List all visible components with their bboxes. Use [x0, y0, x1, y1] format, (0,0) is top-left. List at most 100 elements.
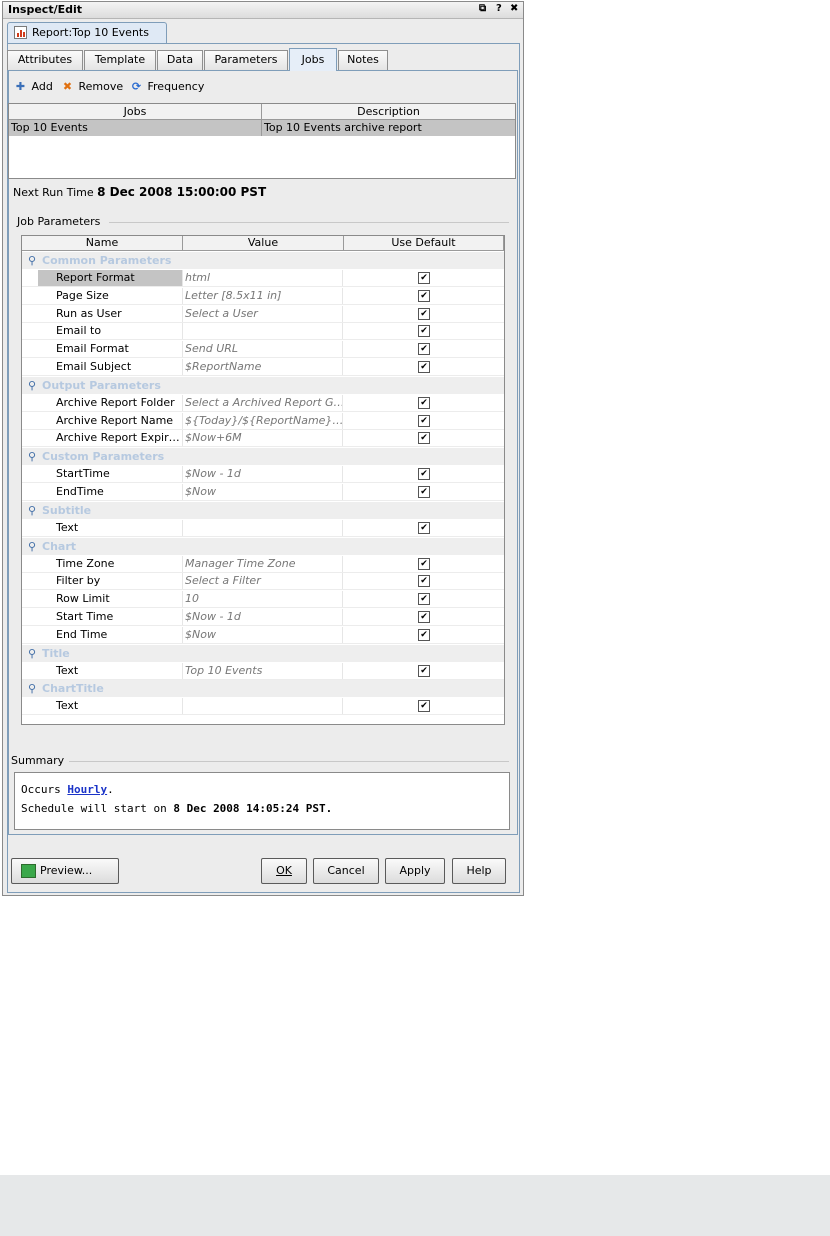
help-label: Help	[466, 864, 492, 877]
use-default-checkbox[interactable]: ✔	[418, 468, 430, 481]
column-header-value[interactable]: Value	[183, 236, 344, 251]
next-run-value: 8 Dec 2008 15:00:00 PST	[97, 185, 267, 199]
tab-parameters[interactable]: Parameters	[204, 50, 288, 70]
parameter-row[interactable]: Report Format html ✔	[22, 270, 504, 287]
parameter-group-header[interactable]: ⚲ Subtitle	[22, 501, 504, 519]
parameter-row[interactable]: Email to ✔	[22, 323, 504, 341]
parameter-row[interactable]: Text ✔	[22, 519, 504, 537]
parameter-value[interactable]	[182, 698, 343, 715]
parameter-value[interactable]: html	[182, 270, 343, 286]
ok-button[interactable]: OK	[261, 858, 307, 884]
tab-notes[interactable]: Notes	[338, 50, 388, 70]
table-row[interactable]: Top 10 Events Top 10 Events archive repo…	[9, 120, 515, 136]
parameter-row[interactable]: Start Time $Now - 1d ✔	[22, 609, 504, 626]
parameter-group-header[interactable]: ⚲ Title	[22, 644, 504, 662]
pin-icon[interactable]: ⚲	[28, 254, 36, 267]
help-button[interactable]: Help	[452, 858, 506, 884]
use-default-checkbox[interactable]: ✔	[418, 486, 430, 498]
parameter-row[interactable]: Row Limit 10 ✔	[22, 591, 504, 609]
use-default-checkbox[interactable]: ✔	[418, 325, 430, 338]
pin-icon[interactable]: ⚲	[28, 540, 36, 553]
tab-template[interactable]: Template	[84, 50, 156, 70]
parameter-row[interactable]: Run as User Select a User ✔	[22, 305, 504, 323]
parameter-row[interactable]: StartTime $Now - 1d ✔	[22, 466, 504, 484]
parameter-value[interactable]: $Now+6M	[182, 430, 343, 447]
pin-icon[interactable]: ⚲	[28, 504, 36, 517]
remove-label: Remove	[78, 80, 124, 93]
tab-data[interactable]: Data	[157, 50, 203, 70]
pin-icon[interactable]: ⚲	[28, 647, 36, 660]
parameter-row[interactable]: Email Subject $ReportName ✔	[22, 359, 504, 376]
remove-button[interactable]: ✖ Remove	[60, 79, 123, 95]
tab-jobs[interactable]: Jobs	[289, 48, 337, 71]
apply-button[interactable]: Apply	[385, 858, 445, 884]
parameter-value[interactable]: 10	[182, 591, 343, 608]
parameter-value[interactable]: Select a User	[182, 305, 343, 322]
parameter-value[interactable]: $Now	[182, 626, 343, 643]
close-icon[interactable]: ✖	[510, 3, 518, 14]
use-default-checkbox[interactable]: ✔	[418, 557, 430, 570]
pin-icon[interactable]: ⚲	[28, 450, 36, 463]
parameter-row[interactable]: Page Size Letter [8.5x11 in] ✔	[22, 287, 504, 305]
parameter-row[interactable]: End Time $Now ✔	[22, 626, 504, 644]
pin-icon[interactable]: ⚲	[28, 682, 36, 695]
tab-attributes[interactable]: Attributes	[7, 50, 83, 70]
use-default-checkbox[interactable]: ✔	[418, 664, 430, 677]
use-default-checkbox[interactable]: ✔	[418, 307, 430, 320]
parameter-value[interactable]: Send URL	[182, 341, 343, 358]
column-header-description[interactable]: Description	[262, 105, 515, 118]
use-default-checkbox[interactable]: ✔	[418, 343, 430, 356]
use-default-checkbox[interactable]: ✔	[418, 396, 430, 409]
parameter-value[interactable]: Top 10 Events	[182, 662, 343, 679]
parameter-group-header[interactable]: ⚲ Common Parameters	[22, 252, 504, 269]
use-default-checkbox[interactable]: ✔	[418, 289, 430, 302]
column-header-jobs[interactable]: Jobs	[9, 105, 261, 118]
parameter-value[interactable]: Select a Archived Report G…	[182, 394, 343, 411]
parameter-value[interactable]: $Now - 1d	[182, 609, 343, 625]
parameter-value[interactable]: ${Today}/${ReportName}…	[182, 412, 343, 429]
parameter-value[interactable]: Letter [8.5x11 in]	[182, 287, 343, 304]
parameter-row[interactable]: EndTime $Now ✔	[22, 484, 504, 501]
parameter-value[interactable]	[182, 323, 343, 340]
use-default-checkbox[interactable]: ✔	[418, 414, 430, 427]
parameter-group-header[interactable]: ⚲ Output Parameters	[22, 376, 504, 394]
column-header-use-default[interactable]: Use Default	[344, 236, 504, 251]
parameter-row[interactable]: Email Format Send URL ✔	[22, 341, 504, 359]
parameter-row[interactable]: Archive Report Name ${Today}/${ReportName…	[22, 412, 504, 430]
use-default-checkbox[interactable]: ✔	[418, 521, 430, 534]
use-default-checkbox[interactable]: ✔	[418, 361, 430, 373]
preview-button[interactable]: Preview...	[11, 858, 119, 884]
parameter-value[interactable]: $ReportName	[182, 359, 343, 375]
parameter-value[interactable]: Manager Time Zone	[182, 555, 343, 572]
parameter-value[interactable]: $Now - 1d	[182, 466, 343, 483]
use-default-checkbox[interactable]: ✔	[418, 272, 430, 284]
use-default-checkbox[interactable]: ✔	[418, 611, 430, 623]
use-default-checkbox[interactable]: ✔	[418, 575, 430, 588]
use-default-checkbox[interactable]: ✔	[418, 593, 430, 606]
parameter-row[interactable]: Text ✔	[22, 698, 504, 716]
parameter-value[interactable]: Select a Filter	[182, 573, 343, 590]
use-default-checkbox[interactable]: ✔	[418, 628, 430, 641]
parameter-group-header[interactable]: ⚲ ChartTitle	[22, 680, 504, 698]
add-button[interactable]: ✚ Add	[13, 79, 53, 95]
parameter-row[interactable]: Archive Report Expir… $Now+6M ✔	[22, 430, 504, 448]
column-divider	[261, 104, 262, 136]
document-tab[interactable]: Report:Top 10 Events	[7, 22, 167, 43]
parameter-group-header[interactable]: ⚲ Chart	[22, 537, 504, 555]
use-default-checkbox[interactable]: ✔	[418, 700, 430, 713]
parameter-value[interactable]	[182, 519, 343, 536]
pin-icon[interactable]: ⚲	[28, 379, 36, 392]
column-header-name[interactable]: Name	[22, 236, 183, 251]
help-icon[interactable]: ?	[496, 3, 502, 14]
parameter-row[interactable]: Filter by Select a Filter ✔	[22, 573, 504, 591]
parameter-row[interactable]: Time Zone Manager Time Zone ✔	[22, 555, 504, 573]
parameter-row[interactable]: Archive Report Folder Select a Archived R…	[22, 394, 504, 412]
frequency-link[interactable]: Hourly	[67, 783, 107, 796]
frequency-button[interactable]: ⟳ Frequency	[129, 79, 204, 95]
parameter-row[interactable]: Text Top 10 Events ✔	[22, 662, 504, 680]
cancel-button[interactable]: Cancel	[313, 858, 379, 884]
restore-icon[interactable]: ⧉	[479, 3, 486, 14]
parameter-group-header[interactable]: ⚲ Custom Parameters	[22, 448, 504, 466]
use-default-checkbox[interactable]: ✔	[418, 432, 430, 445]
parameter-value[interactable]: $Now	[182, 484, 343, 500]
